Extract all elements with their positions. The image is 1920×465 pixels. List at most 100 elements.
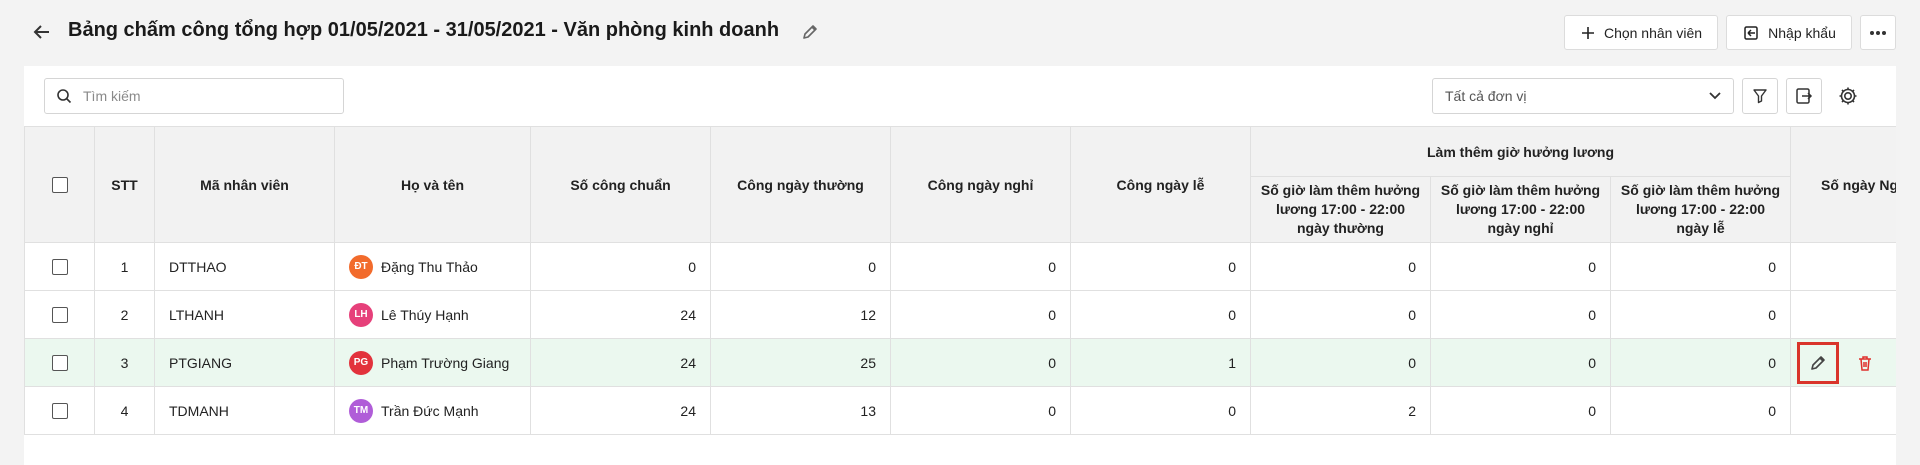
- timesheet-card: Tất cả đơn vị STT Mã nhân viên: [24, 66, 1896, 465]
- filter-icon: [1753, 89, 1767, 104]
- avatar: LH: [349, 302, 373, 327]
- cell-stt: 2: [94, 290, 155, 339]
- plus-icon: [1581, 26, 1594, 39]
- row-checkbox[interactable]: [51, 307, 68, 324]
- pencil-icon: [803, 25, 817, 39]
- import-icon: [1744, 25, 1758, 40]
- cell-weekday-work: 25: [710, 338, 891, 387]
- table-toolbar: Tất cả đơn vị: [24, 66, 1896, 126]
- settings-button[interactable]: [1830, 78, 1866, 114]
- cell-full-name: LH Lê Thúy Hạnh: [334, 290, 531, 339]
- cell-ot-weekday: 0: [1250, 242, 1431, 291]
- cell-holiday-work: 1: [1070, 338, 1251, 387]
- unit-select[interactable]: Tất cả đơn vị: [1432, 78, 1734, 114]
- cell-ot-dayoff: 0: [1430, 386, 1611, 435]
- import-label: Nhập khẩu: [1768, 24, 1836, 41]
- row-checkbox[interactable]: [51, 403, 68, 420]
- cell-ot-holiday: 0: [1609, 242, 1792, 291]
- cell-holiday-work: 0: [1070, 290, 1251, 339]
- cell-ot-holiday: 0: [1609, 386, 1792, 435]
- page-header: Bảng chấm công tổng hợp 01/05/2021 - 31/…: [0, 0, 1920, 64]
- row-select-cell: [24, 338, 95, 387]
- cell-standard-workdays: 24: [530, 386, 711, 435]
- row-select-cell: [24, 290, 95, 339]
- arrow-left-icon: [33, 25, 49, 39]
- avatar: ĐT: [349, 254, 373, 279]
- timesheet-table: STT Mã nhân viên Họ và tên Số công chuẩn…: [24, 126, 1896, 435]
- table-row[interactable]: 3 PTGIANG PG Phạm Trường Giang 24 25 0 1 0 0 0: [24, 338, 1896, 387]
- header-employee-code: Mã nhân viên: [154, 126, 335, 243]
- cell-ot-weekday: 0: [1250, 290, 1431, 339]
- header-holiday-work: Công ngày lễ: [1070, 126, 1251, 243]
- edit-title-button[interactable]: [798, 20, 822, 44]
- employee-name: Phạm Trường Giang: [381, 354, 510, 371]
- export-button[interactable]: [1786, 78, 1822, 114]
- header-stt: STT: [94, 126, 155, 243]
- import-button[interactable]: Nhập khẩu: [1726, 15, 1852, 50]
- cell-full-name: ĐT Đặng Thu Thảo: [334, 242, 531, 291]
- header-days-off: Số ngày Ng: [1790, 126, 1896, 243]
- employee-name: Trần Đức Mạnh: [381, 402, 479, 419]
- gear-icon: [1839, 87, 1857, 105]
- cell-standard-workdays: 24: [530, 338, 711, 387]
- row-actions: [1791, 341, 1896, 384]
- select-employee-button[interactable]: Chọn nhân viên: [1564, 15, 1718, 50]
- header-dayoff-work: Công ngày nghỉ: [890, 126, 1071, 243]
- delete-row-button[interactable]: [1853, 351, 1877, 375]
- avatar: TM: [349, 398, 373, 423]
- cell-holiday-work: 0: [1070, 242, 1251, 291]
- timesheet-table-container: STT Mã nhân viên Họ và tên Số công chuẩn…: [24, 126, 1896, 465]
- edit-row-button[interactable]: [1797, 341, 1840, 384]
- cell-weekday-work: 12: [710, 290, 891, 339]
- cell-ot-weekday: 2: [1250, 386, 1431, 435]
- cell-holiday-work: 0: [1070, 386, 1251, 435]
- header-standard-workdays: Số công chuẩn: [530, 126, 711, 243]
- cell-employee-code: TDMANH: [154, 386, 335, 435]
- search-box: [44, 78, 344, 114]
- cell-days-off: [1790, 242, 1896, 291]
- cell-weekday-work: 13: [710, 386, 891, 435]
- row-select-cell: [24, 242, 95, 291]
- cell-ot-holiday: 0: [1609, 338, 1792, 387]
- cell-full-name: PG Phạm Trường Giang: [334, 338, 531, 387]
- select-all-checkbox[interactable]: [51, 177, 68, 194]
- table-row[interactable]: 1 DTTHAO ĐT Đặng Thu Thảo 0 0 0 0 0 0 0: [24, 242, 1896, 291]
- cell-ot-dayoff: 0: [1430, 242, 1611, 291]
- cell-dayoff-work: 0: [890, 386, 1071, 435]
- search-icon: [45, 88, 83, 104]
- avatar: PG: [349, 350, 373, 375]
- table-row[interactable]: 4 TDMANH TM Trần Đức Mạnh 24 13 0 0 2 0 0: [24, 386, 1896, 435]
- cell-employee-code: DTTHAO: [154, 242, 335, 291]
- cell-dayoff-work: 0: [890, 242, 1071, 291]
- export-icon: [1796, 88, 1813, 104]
- row-checkbox[interactable]: [51, 259, 68, 276]
- cell-ot-weekday: 0: [1250, 338, 1431, 387]
- filter-button[interactable]: [1742, 78, 1778, 114]
- cell-employee-code: LTHANH: [154, 290, 335, 339]
- header-ot-weekday: Số giờ làm thêm hưởng lương 17:00 - 22:0…: [1250, 176, 1431, 243]
- cell-ot-dayoff: 0: [1430, 290, 1611, 339]
- select-employee-label: Chọn nhân viên: [1603, 24, 1703, 41]
- row-checkbox[interactable]: [51, 355, 68, 372]
- more-horizontal-icon: [1870, 30, 1886, 35]
- header-weekday-work: Công ngày thường: [710, 126, 891, 243]
- cell-standard-workdays: 0: [530, 242, 711, 291]
- cell-standard-workdays: 24: [530, 290, 711, 339]
- header-ot-holiday: Số giờ làm thêm hưởng lương 17:00 - 22:0…: [1609, 176, 1792, 243]
- cell-days-off: [1790, 338, 1896, 387]
- pencil-icon: [1811, 355, 1825, 370]
- search-input[interactable]: [83, 88, 333, 104]
- row-select-cell: [24, 386, 95, 435]
- more-options-button[interactable]: [1860, 15, 1896, 50]
- table-row[interactable]: 2 LTHANH LH Lê Thúy Hạnh 24 12 0 0 0 0 0: [24, 290, 1896, 339]
- cell-days-off: [1790, 290, 1896, 339]
- back-button[interactable]: [28, 18, 56, 46]
- cell-stt: 1: [94, 242, 155, 291]
- cell-dayoff-work: 0: [890, 290, 1071, 339]
- header-full-name: Họ và tên: [334, 126, 531, 243]
- cell-dayoff-work: 0: [890, 338, 1071, 387]
- cell-ot-dayoff: 0: [1430, 338, 1611, 387]
- chevron-down-icon: [1709, 92, 1721, 100]
- cell-employee-code: PTGIANG: [154, 338, 335, 387]
- cell-weekday-work: 0: [710, 242, 891, 291]
